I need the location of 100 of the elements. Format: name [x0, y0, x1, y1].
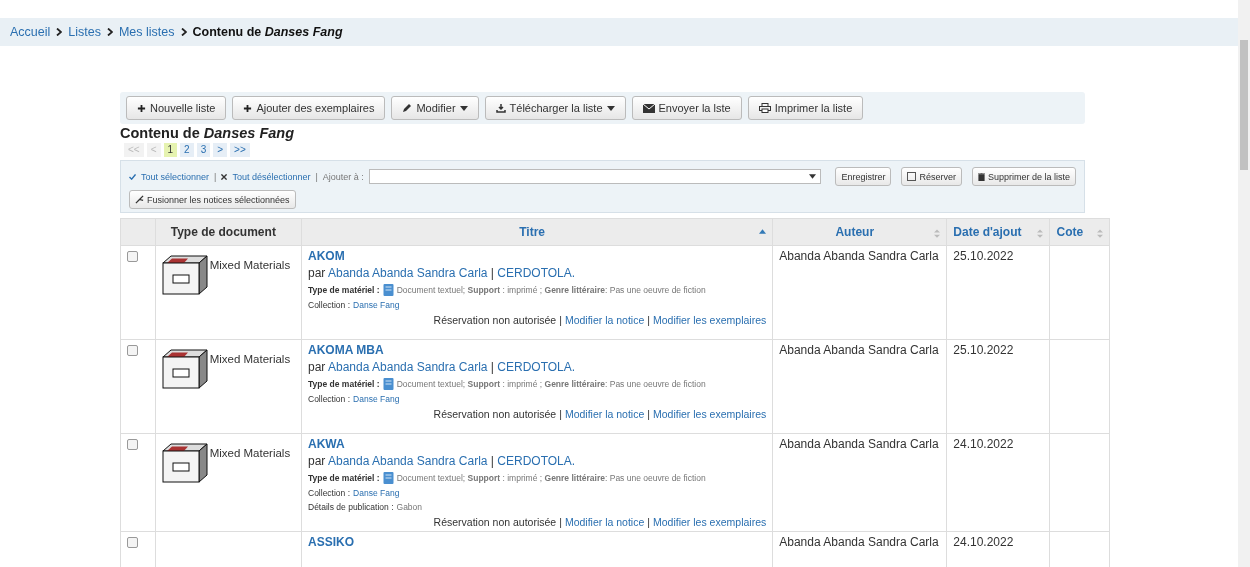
row-checkbox[interactable]: [127, 345, 138, 356]
toolbar-button[interactable]: Imprimer la liste: [747, 96, 864, 120]
pagination-link[interactable]: 3: [196, 143, 211, 157]
material-details: Document textuel; Support : imprimé ; Genre littéraire: Pas une oeuvre de fiction: [396, 473, 706, 483]
deselect-all-link[interactable]: Tout désélectionner: [232, 171, 311, 182]
publication-value: Gabon: [396, 502, 423, 512]
by-label: par: [308, 266, 326, 280]
separator: |: [490, 360, 494, 374]
toolbar-button[interactable]: Ajouter des exemplaires: [232, 96, 386, 120]
toolbar-button[interactable]: Modifier: [391, 96, 479, 120]
book-icon: [382, 472, 394, 484]
pagination-link[interactable]: >: [213, 143, 228, 157]
reserve-button[interactable]: Réserver: [901, 167, 962, 186]
row-checkbox[interactable]: [127, 439, 138, 450]
action-link[interactable]: Modifier la notice: [564, 516, 645, 528]
drawer-box-icon: [161, 349, 208, 389]
sort-ascending-icon: [759, 229, 767, 234]
author-text: Abanda Abanda Sandra Carla: [779, 249, 939, 263]
separator: |: [559, 408, 562, 420]
material-details: Document textuel; Support : imprimé ; Genre littéraire: Pas une oeuvre de fiction: [396, 285, 706, 295]
column-header[interactable]: Date d'ajout: [946, 218, 1050, 246]
collection-label: Collection :: [308, 488, 351, 498]
sort-icon: [1037, 229, 1044, 238]
toolbar-button[interactable]: Nouvelle liste: [126, 96, 227, 120]
material-details: Document textuel; Support : imprimé ; Genre littéraire: Pas une oeuvre de fiction: [396, 379, 706, 389]
reservation-note: Réservation non autorisée: [433, 516, 557, 528]
separator: |: [559, 516, 562, 528]
chevron-icon: [56, 28, 63, 36]
record-title-link[interactable]: AKOMA MBA: [308, 343, 767, 357]
trash-icon: [977, 172, 985, 181]
date-added: 25.10.2022: [953, 343, 1014, 357]
publisher-link[interactable]: CERDOTOLA.: [497, 454, 576, 468]
date-added: 24.10.2022: [953, 437, 1014, 451]
row-checkbox[interactable]: [127, 251, 138, 262]
collection-link[interactable]: Danse Fang: [353, 300, 400, 310]
publication-label: Détails de publication :: [308, 502, 394, 512]
reservation-note: Réservation non autorisée: [433, 408, 557, 420]
collection-link[interactable]: Danse Fang: [353, 394, 400, 404]
by-label: par: [308, 454, 326, 468]
breadcrumb-current: Contenu de Danses Fang: [192, 25, 343, 39]
sort-icon: [934, 229, 941, 238]
separator: |: [647, 408, 650, 420]
author-link[interactable]: Abanda Abanda Sandra Carla: [328, 266, 488, 280]
author-text: Abanda Abanda Sandra Carla: [779, 343, 939, 357]
action-link[interactable]: Modifier les exemplaires: [653, 516, 767, 528]
action-link[interactable]: Modifier la notice: [564, 408, 645, 420]
publisher-link[interactable]: CERDOTOLA.: [497, 266, 576, 280]
collection-link[interactable]: Danse Fang: [353, 488, 400, 498]
author-link[interactable]: Abanda Abanda Sandra Carla: [328, 360, 488, 374]
pagination-link[interactable]: 1: [163, 143, 178, 157]
printer-icon: [758, 103, 771, 113]
toolbar-button[interactable]: Envoyer la lste: [631, 96, 742, 120]
column-header[interactable]: Cote: [1049, 218, 1110, 246]
collection-label: Collection :: [308, 394, 351, 404]
column-header[interactable]: Titre: [301, 218, 773, 246]
separator: |: [647, 314, 650, 326]
remove-button[interactable]: Supprimer de la liste: [971, 167, 1076, 186]
pencil-icon: [402, 103, 413, 113]
list-select[interactable]: [368, 169, 822, 184]
plus-icon: [243, 103, 253, 113]
chevron-icon: [106, 28, 113, 36]
separator: |: [315, 171, 318, 182]
column-header[interactable]: Type de document: [155, 218, 302, 246]
toolbar-button[interactable]: Télécharger la liste: [484, 96, 626, 120]
action-link[interactable]: Modifier la notice: [564, 314, 645, 326]
author-text: Abanda Abanda Sandra Carla: [779, 535, 939, 549]
collection-label: Collection :: [308, 300, 351, 310]
drawer-box-icon: [161, 255, 208, 295]
envelope-icon: [642, 103, 655, 113]
scrollbar[interactable]: [1238, 0, 1250, 567]
action-link[interactable]: Modifier les exemplaires: [653, 314, 767, 326]
caret-icon: [459, 105, 468, 111]
separator: |: [490, 454, 494, 468]
separator: |: [490, 266, 494, 280]
drawer-box-icon: [161, 443, 208, 483]
book-icon: [382, 284, 394, 296]
row-checkbox[interactable]: [127, 537, 138, 548]
download-icon: [495, 103, 506, 113]
reservation-note: Réservation non autorisée: [433, 314, 557, 326]
document-type: Mixed Materials: [209, 447, 291, 459]
save-button[interactable]: Enregistrer: [835, 167, 892, 186]
pagination-link[interactable]: 2: [180, 143, 194, 157]
close-icon: [221, 173, 228, 180]
square-icon: [907, 172, 917, 181]
merge-button[interactable]: Fusionner les notices sélectionnées: [129, 190, 296, 209]
author-link[interactable]: Abanda Abanda Sandra Carla: [328, 454, 488, 468]
material-label: Type de matériel :: [308, 285, 380, 295]
breadcrumb-link[interactable]: Listes: [68, 25, 101, 39]
material-label: Type de matériel :: [308, 379, 380, 389]
pagination-link[interactable]: >>: [230, 143, 250, 157]
breadcrumb-link[interactable]: Accueil: [10, 25, 51, 39]
record-title-link[interactable]: AKWA: [308, 437, 767, 451]
separator: |: [214, 171, 217, 182]
action-link[interactable]: Modifier les exemplaires: [653, 408, 767, 420]
record-title-link[interactable]: AKOM: [308, 249, 767, 263]
publisher-link[interactable]: CERDOTOLA.: [497, 360, 576, 374]
column-header[interactable]: Auteur: [772, 218, 947, 246]
select-all-link[interactable]: Tout sélectionner: [141, 171, 210, 182]
breadcrumb-link[interactable]: Mes listes: [118, 25, 175, 39]
sort-icon: [1097, 229, 1103, 238]
